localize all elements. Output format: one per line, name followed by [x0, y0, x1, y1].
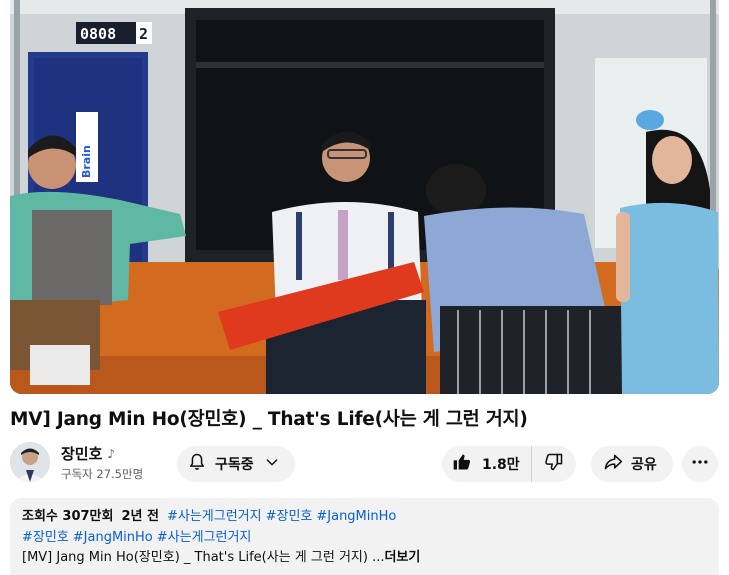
description-text-line: [MV] Jang Min Ho(장민호) _ That's Life(사는 게… [22, 548, 707, 569]
more-actions-button[interactable] [682, 446, 718, 482]
show-more-link[interactable]: 더보기 [384, 550, 420, 565]
video-frame-illustration: Brain 0808 2 [10, 0, 719, 394]
subscribe-button[interactable]: 구독중 [177, 446, 295, 482]
share-icon [603, 452, 623, 476]
dislike-button[interactable] [532, 446, 576, 482]
music-note-icon: ♪ [107, 446, 116, 461]
description-meta-line: 조회수 307만회 2년 전 #사는게그런거지 #장민호 #JangMinHo [22, 507, 707, 528]
description-box[interactable]: 조회수 307만회 2년 전 #사는게그런거지 #장민호 #JangMinHo #장민호… [10, 498, 719, 575]
hashtag[interactable]: #사는게그런거지 [167, 509, 262, 524]
car-number-badge: 0808 2 [76, 22, 152, 44]
upload-age: 2년 전 [121, 509, 159, 524]
description-tags-line: #장민호 #JangMinHo #사는게그런거지 [22, 528, 707, 549]
car-digit: 2 [139, 25, 148, 43]
description-text: [MV] Jang Min Ho(장민호) _ That's Life(사는 게… [22, 550, 385, 565]
share-button[interactable]: 공유 [591, 446, 673, 482]
video-player[interactable]: Brain 0808 2 [10, 0, 719, 394]
poster-text: Brain [80, 145, 93, 178]
channel-name[interactable]: 장민호 ♪ [61, 443, 115, 464]
share-label: 공유 [631, 457, 657, 473]
view-count: 조회수 307만회 [22, 509, 114, 524]
channel-name-text: 장민호 [61, 445, 103, 463]
brain-poster: Brain [76, 112, 98, 182]
hashtag[interactable]: #장민호 [22, 530, 69, 545]
car-number: 0808 [80, 25, 116, 43]
like-dislike-group: 1.8만 [442, 446, 576, 482]
thumbs-down-icon [544, 452, 564, 476]
video-title: MV] Jang Min Ho(장민호) _ That's Life(사는 게 … [10, 409, 528, 430]
subscriber-count: 구독자 27.5만명 [61, 467, 144, 481]
channel-avatar[interactable] [10, 442, 50, 482]
subscribe-label: 구독중 [215, 457, 254, 473]
more-horizontal-icon [690, 452, 710, 476]
hashtag[interactable]: #JangMinHo [316, 509, 396, 524]
chevron-down-icon [264, 454, 280, 474]
hashtag[interactable]: #사는게그런거지 [157, 530, 252, 545]
bell-icon [187, 452, 207, 476]
hashtag[interactable]: #JangMinHo [73, 530, 153, 545]
hashtag[interactable]: #장민호 [266, 509, 313, 524]
avatar-image [10, 442, 50, 482]
like-count: 1.8만 [482, 457, 520, 473]
like-button[interactable]: 1.8만 [442, 446, 532, 482]
thumbs-up-icon [452, 452, 472, 476]
